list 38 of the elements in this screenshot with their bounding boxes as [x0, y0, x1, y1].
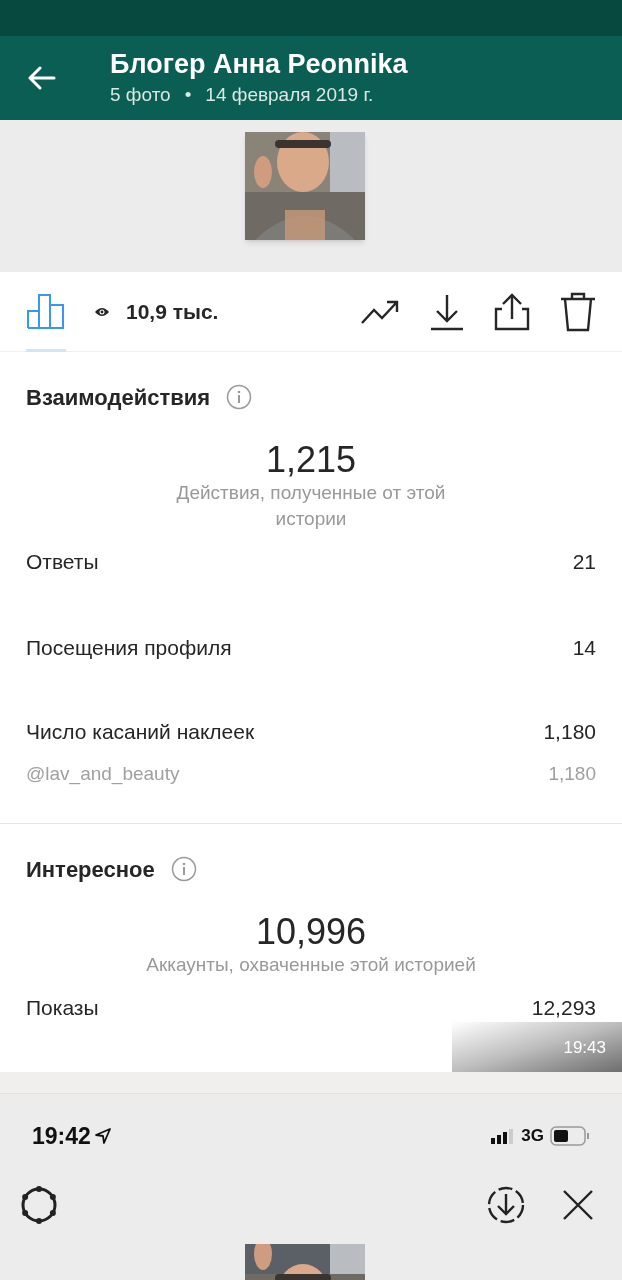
- share-icon[interactable]: [494, 292, 530, 331]
- separator-dot: •: [184, 82, 192, 107]
- download-icon[interactable]: [430, 292, 464, 331]
- signal-icon: [491, 1128, 516, 1144]
- metric-label: Посещения профиля: [26, 635, 232, 662]
- metric-label: Показы: [26, 995, 99, 1022]
- back-icon: [28, 66, 56, 90]
- views-count: 10,9 тыс.: [126, 298, 219, 325]
- section-title: Интересное: [26, 855, 155, 884]
- bar-chart-icon: [27, 291, 65, 329]
- metric-label: Ответы: [26, 549, 99, 576]
- metric-value: 21: [572, 549, 596, 576]
- section-title: Взаимодействия: [26, 383, 211, 412]
- metric-label: @lav_and_beauty: [26, 761, 180, 787]
- close-icon[interactable]: [562, 1189, 594, 1221]
- eye-icon: [94, 305, 110, 318]
- status-time: 19:42: [32, 1121, 91, 1151]
- date-text: 14 февраля 2019 г.: [205, 82, 374, 107]
- info-icon[interactable]: [170, 856, 197, 882]
- location-arrow-icon: [94, 1128, 111, 1144]
- total-caption: Действия, полученные от этой истории: [175, 481, 447, 531]
- timestamp: 19:43: [563, 1036, 606, 1059]
- download-circle-icon[interactable]: [486, 1185, 526, 1225]
- total-caption: Аккаунты, охваченные этой историей: [146, 953, 476, 977]
- metric-value: 14: [572, 635, 596, 662]
- trending-icon[interactable]: [360, 298, 400, 325]
- network-type: 3G: [521, 1125, 544, 1148]
- metric-value: 12,293: [531, 995, 596, 1022]
- total-value: 1,215: [265, 440, 357, 480]
- metric-label: Число касаний наклеек: [26, 719, 255, 746]
- photo-count: 5 фото: [110, 82, 171, 107]
- battery-icon: [550, 1126, 590, 1146]
- trash-icon[interactable]: [560, 291, 596, 332]
- total-value: 10,996: [255, 912, 367, 952]
- metric-value: 1,180: [543, 719, 596, 746]
- metric-value: 1,180: [548, 761, 596, 786]
- window-title: Блогер Анна Peonnika: [110, 47, 408, 81]
- info-icon[interactable]: [226, 384, 253, 410]
